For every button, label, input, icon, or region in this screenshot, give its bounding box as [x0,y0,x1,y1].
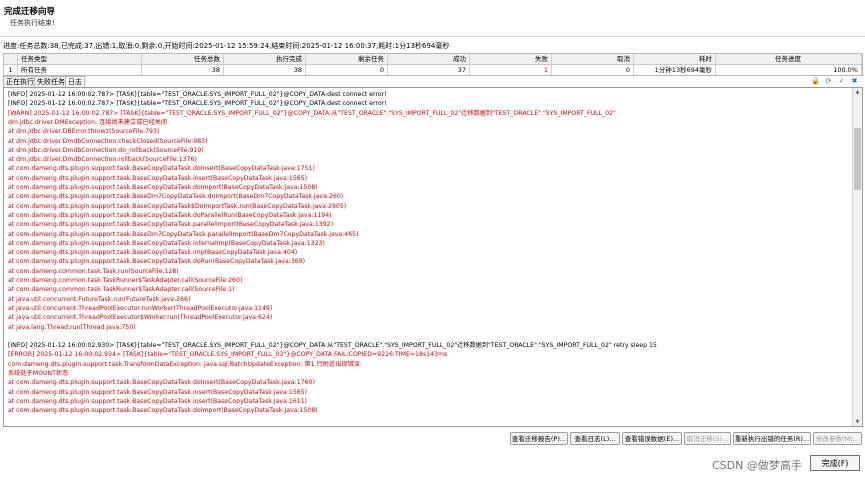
log-line: at com.dameng.dts.plugin.support.task.Ba… [8,239,325,247]
log-line: at com.dameng.dts.plugin.support.task.Ba… [8,258,306,266]
column-header[interactable]: 任务总数 [142,54,224,64]
page-subtitle: 任务执行结束! [10,19,55,27]
scroll-down-icon[interactable]: ▼ [853,418,862,426]
progress-summary: 进度:任务总数:38,已完成:37,出错:1,取消:0,剩余:0,开始时间:20… [3,42,450,50]
log-line: at dm.jdbc.driver.DmdbConnection.do_roll… [8,146,204,154]
lock-icon[interactable]: 🔒 [811,76,820,85]
column-header[interactable]: 剩余任务 [306,54,388,64]
action-button-2[interactable]: 查看错误数据(E)... [622,432,682,445]
log-line: at com.dameng.dts.plugin.support.task.Ba… [8,193,344,201]
table-cell: 1 [4,65,18,75]
clear-icon[interactable]: ✖ [850,76,859,85]
task-stats-table: 任务类型 任务总数 执行完成 剩余任务 成功 失败 取消 耗时 任务进度 1 所有任务 38 38 0 3… [3,53,863,76]
column-header[interactable]: 成功 [388,54,470,64]
table-cell: 38 [142,65,224,75]
tab-1[interactable]: 失败任务 [34,76,68,87]
action-buttons: 查看迁移报告(P)... 查看日志(L)... 查看错误数据(E)... 取消迁移(S… [0,432,865,446]
table-cell: 37 [388,65,470,75]
log-line: 系统处于MOUNT状态 [8,370,69,377]
table-cell: 0 [306,65,388,75]
action-button-3[interactable]: 取消迁移(S)... [684,432,731,445]
column-header[interactable]: 任务类型 [18,54,142,64]
log-line: [INFO] 2025-01-12 16:00:02.930> [TASK]{t… [8,342,657,350]
watermark: CSDN @做梦高手 [712,459,802,472]
log-line: at dm.jdbc.driver.DBError.throwz(SourceF… [8,128,160,136]
action-button-5[interactable]: 修改参数(M)... [813,432,862,445]
scroll-up-icon[interactable]: ▲ [853,88,862,96]
log-toolbar: 🔒 ⟳ ✓ ✖ [811,76,859,87]
log-line: at java.lang.Thread.run(Thread.java:750) [8,323,136,331]
log-line: [INFO] 2025-01-12 16:00:02.787> [TASK]{t… [8,100,387,108]
log-line: at com.dameng.dts.plugin.support.task.Ba… [8,230,359,238]
table-cell: 1 [470,65,552,75]
log-scrollbar[interactable]: ▲ ▼ [852,88,862,426]
log-line: at java.util.concurrent.ThreadPoolExecut… [8,314,273,322]
scroll-thumb[interactable] [854,128,861,190]
log-line: at com.dameng.dts.plugin.support.task.Ba… [8,184,318,191]
log-line: [ERROR] 2025-01-12 16:00:02.934> [TASK]{… [8,351,448,359]
log-line: dm.jdbc.driver.DMException: 连接尚未建立或已经关闭 [8,118,168,126]
log-line: at com.dameng.dts.plugin.support.task.Ba… [8,202,347,210]
action-button-4[interactable]: 重新执行出错的任务(R)... [733,432,811,445]
table-cell: 0 [552,65,634,75]
log-line: at com.dameng.common.task.TaskRunner$Tas… [8,277,243,284]
table-cell: 100.0% [716,65,862,75]
column-header[interactable]: 失败 [470,54,552,64]
log-line: at java.util.concurrent.FutureTask.run(F… [8,295,191,303]
column-header[interactable]: 执行完成 [224,54,306,64]
log-line: at com.dameng.dts.plugin.support.task.Ba… [8,379,315,387]
log-line: at com.dameng.common.task.Task.run(Sourc… [8,267,179,275]
refresh-icon[interactable]: ⟳ [824,76,833,85]
finish-button[interactable]: 完成(F) [810,455,860,471]
log-line: at java.util.concurrent.ThreadPoolExecut… [8,304,273,312]
log-line: at com.dameng.common.task.TaskRunner$Tas… [8,286,235,294]
action-button-1[interactable]: 查看日志(L)... [570,432,620,445]
table-cell: 所有任务 [18,65,142,75]
log-line: at com.dameng.dts.plugin.support.task.Ba… [8,407,318,415]
log-output[interactable]: ▲ ▼ [INFO] 2025-01-12 16:00:02.787> [TAS… [3,87,863,427]
page-title: 完成迁移向导 [4,7,56,17]
log-line: at com.dameng.dts.plugin.support.task.Ba… [8,221,333,229]
log-line: [INFO] 2025-01-12 16:00:02.787> [TASK]{t… [8,91,387,98]
action-button-0[interactable]: 查看迁移报告(P)... [510,432,568,445]
table-cell: 1分钟13秒694毫秒 [634,65,716,75]
column-header[interactable]: 耗时 [634,54,716,64]
log-line: at com.dameng.dts.plugin.support.task.Ba… [8,165,315,173]
log-line: at dm.jdbc.driver.DmdbConnection.rollbac… [8,156,197,164]
wizard-header: 完成迁移向导 任务执行结束! [0,0,865,37]
tab-0[interactable]: 正在执行 [3,76,37,87]
table-cell: 38 [224,65,306,75]
table-row[interactable]: 1 所有任务 38 38 0 37 1 0 1分钟13秒694毫秒 100.0% [4,65,862,75]
column-header[interactable]: 取消 [552,54,634,64]
log-line: at com.dameng.dts.plugin.support.task.Ba… [8,397,308,405]
filter-icon[interactable]: ✓ [837,76,846,85]
log-line: at com.dameng.dts.plugin.support.task.Ba… [8,174,308,182]
log-line: at com.dameng.dts.plugin.support.task.Ba… [8,388,308,396]
log-line: [WARN] 2025-01-12 16:00:02.787> [TASK]{t… [8,109,616,117]
column-header[interactable]: 任务进度 [716,54,862,64]
column-header[interactable] [4,54,18,64]
log-line: at com.dameng.dts.plugin.support.task.Ba… [8,249,298,257]
log-line: at com.dameng.dts.plugin.support.task.Ba… [8,211,332,219]
log-line: com.dameng.dts.plugin.support.task.Trans… [8,360,362,368]
log-line: at dm.jdbc.driver.DmdbConnection.checkCl… [8,137,208,145]
table-header: 任务类型 任务总数 执行完成 剩余任务 成功 失败 取消 耗时 任务进度 [4,54,862,65]
